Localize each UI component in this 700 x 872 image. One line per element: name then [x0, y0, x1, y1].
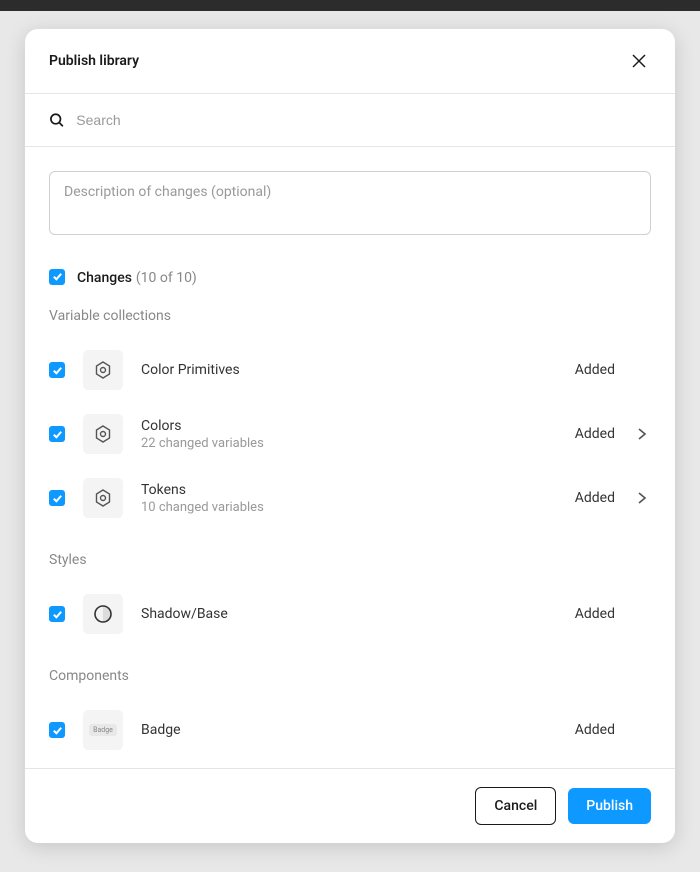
chevron-right-icon: [637, 427, 647, 441]
item-sub: 22 changed variables: [141, 436, 557, 451]
item-tokens[interactable]: Tokens 10 changed variables Added: [49, 466, 651, 530]
item-shadow-base[interactable]: Shadow/Base Added: [49, 582, 651, 646]
checkmark-icon: [52, 429, 63, 440]
item-status: Added: [575, 426, 615, 442]
item-colors[interactable]: Colors 22 changed variables Added: [49, 402, 651, 466]
hexagon-icon: [93, 488, 113, 508]
checkmark-icon: [52, 725, 63, 736]
publish-button[interactable]: Publish: [568, 788, 651, 824]
modal-body[interactable]: Changes (10 of 10) Variable collections …: [25, 147, 675, 768]
checkmark-icon: [52, 493, 63, 504]
variable-collection-icon: [83, 350, 123, 390]
modal-title: Publish library: [49, 53, 139, 69]
item-checkbox[interactable]: [49, 426, 65, 442]
item-status: Added: [575, 606, 615, 622]
modal-footer: Cancel Publish: [25, 768, 675, 843]
shadow-circle-icon: [92, 603, 114, 625]
expand-button[interactable]: [633, 427, 651, 441]
section-components: Components: [49, 668, 651, 684]
search-input[interactable]: [76, 112, 651, 128]
close-icon: [631, 53, 647, 69]
changes-count: (10 of 10): [136, 270, 197, 286]
item-text: Tokens 10 changed variables: [141, 482, 557, 515]
item-name: Colors: [141, 418, 557, 434]
item-badge[interactable]: Badge Badge Added: [49, 698, 651, 762]
item-status: Added: [575, 722, 615, 738]
section-variable-collections: Variable collections: [49, 308, 651, 324]
item-sub: 10 changed variables: [141, 500, 557, 515]
item-name: Shadow/Base: [141, 606, 557, 622]
changes-checkbox[interactable]: [49, 269, 65, 285]
modal-header: Publish library: [25, 29, 675, 94]
expand-button[interactable]: [633, 491, 651, 505]
changes-label: Changes: [77, 270, 132, 286]
item-checkbox[interactable]: [49, 722, 65, 738]
item-text: Badge: [141, 722, 557, 738]
publish-library-modal: Publish library Changes (: [25, 29, 675, 843]
cancel-button[interactable]: Cancel: [475, 787, 556, 825]
item-name: Tokens: [141, 482, 557, 498]
badge-preview-label: Badge: [89, 724, 117, 736]
variable-collection-icon: [83, 414, 123, 454]
chevron-right-icon: [637, 491, 647, 505]
changes-label-group: Changes (10 of 10): [77, 267, 197, 286]
description-input[interactable]: [49, 171, 651, 235]
component-preview: Badge: [83, 710, 123, 750]
search-icon: [49, 112, 64, 128]
close-button[interactable]: [627, 49, 651, 73]
item-checkbox[interactable]: [49, 490, 65, 506]
variable-collection-icon: [83, 478, 123, 518]
style-icon: [83, 594, 123, 634]
item-checkbox[interactable]: [49, 606, 65, 622]
search-row: [25, 94, 675, 147]
item-status: Added: [575, 362, 615, 378]
checkmark-icon: [52, 271, 63, 282]
checkmark-icon: [52, 609, 63, 620]
item-color-primitives[interactable]: Color Primitives Added: [49, 338, 651, 402]
checkmark-icon: [52, 365, 63, 376]
item-status: Added: [575, 490, 615, 506]
item-text: Shadow/Base: [141, 606, 557, 622]
section-styles: Styles: [49, 552, 651, 568]
item-checkbox[interactable]: [49, 362, 65, 378]
item-name: Badge: [141, 722, 557, 738]
item-text: Color Primitives: [141, 362, 557, 378]
hexagon-icon: [93, 424, 113, 444]
hexagon-icon: [93, 360, 113, 380]
item-name: Color Primitives: [141, 362, 557, 378]
item-text: Colors 22 changed variables: [141, 418, 557, 451]
changes-header: Changes (10 of 10): [49, 267, 651, 286]
